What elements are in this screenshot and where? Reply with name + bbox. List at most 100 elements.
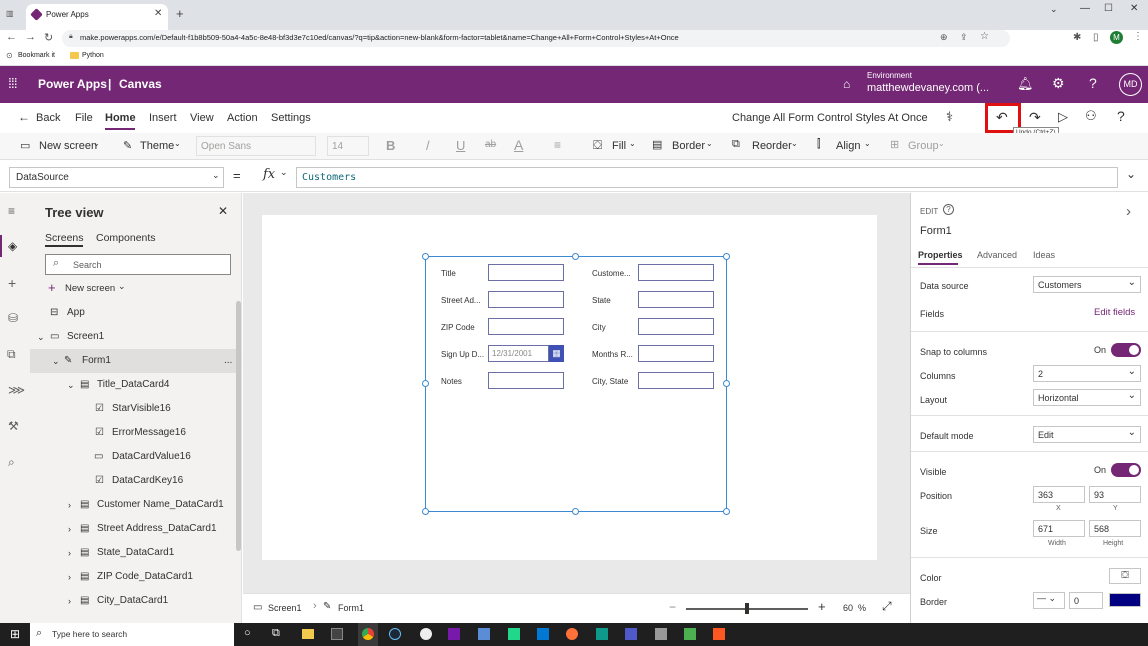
tab-file[interactable]: File bbox=[75, 112, 93, 124]
tree-item-datacard[interactable]: › ▤ ZIP Code_DataCard1 bbox=[30, 565, 242, 589]
fx-button[interactable]: fx bbox=[263, 167, 275, 182]
file-explorer-icon[interactable] bbox=[302, 629, 314, 639]
resize-handle[interactable] bbox=[723, 253, 730, 260]
windows-start-icon[interactable]: ⊞ bbox=[10, 627, 20, 641]
tree-item-screen1[interactable]: ⌄ ▭ Screen1 bbox=[30, 325, 242, 349]
columns-dropdown[interactable]: 2 ⌄ bbox=[1033, 365, 1141, 382]
position-y-input[interactable]: 93 bbox=[1089, 486, 1141, 503]
color-picker-button[interactable]: ⛋ bbox=[1109, 568, 1141, 584]
resize-handle[interactable] bbox=[572, 253, 579, 260]
star-icon[interactable]: ☆ bbox=[980, 31, 989, 42]
tree-item-control[interactable]: ☑ ErrorMessage16 bbox=[30, 421, 242, 445]
font-dropdown[interactable]: Open Sans bbox=[196, 136, 316, 156]
form-field-input[interactable] bbox=[488, 291, 564, 308]
screen-canvas[interactable]: TitleStreet Ad...ZIP CodeSign Up D...▦12… bbox=[262, 215, 877, 560]
info-icon[interactable]: ? bbox=[943, 204, 954, 215]
form-field-input[interactable] bbox=[488, 264, 564, 281]
vscode-icon[interactable] bbox=[537, 628, 549, 640]
chevron-right-icon[interactable]: › bbox=[68, 589, 71, 613]
url-field[interactable]: 🔒︎ make.powerapps.com/e/Default-f1b8b509… bbox=[62, 30, 1010, 47]
profile-avatar[interactable]: M bbox=[1110, 31, 1123, 44]
zoom-slider[interactable] bbox=[686, 608, 808, 610]
tree-item-datacard[interactable]: › ▤ Customer Name_DataCard1 bbox=[30, 493, 242, 517]
theme-button[interactable]: Theme bbox=[140, 140, 174, 152]
settings-gear-icon[interactable]: ⚙ bbox=[1052, 75, 1065, 92]
app-checker-stethoscope-icon[interactable]: ⚕ bbox=[946, 109, 953, 125]
chevron-right-icon[interactable]: › bbox=[68, 493, 71, 517]
taskbar-search-box[interactable]: ⌕ Type here to search bbox=[30, 623, 234, 646]
tab-ideas[interactable]: Ideas bbox=[1033, 250, 1055, 260]
height-input[interactable]: 568 bbox=[1089, 520, 1141, 537]
chevron-down-icon[interactable]: ⌄ bbox=[280, 167, 288, 178]
maximize-icon[interactable]: ☐ bbox=[1104, 3, 1113, 14]
form-field-input[interactable] bbox=[488, 372, 564, 389]
environment-name[interactable]: matthewdevaney.com (... bbox=[867, 82, 989, 94]
user-avatar[interactable]: MD bbox=[1119, 73, 1142, 96]
insert-plus-icon[interactable]: + bbox=[8, 275, 16, 291]
app-icon[interactable] bbox=[713, 628, 725, 640]
tree-scrollbar[interactable] bbox=[236, 301, 241, 551]
position-x-input[interactable]: 363 bbox=[1033, 486, 1085, 503]
minimize-icon[interactable]: — bbox=[1080, 3, 1090, 14]
reload-icon[interactable]: ↻ bbox=[44, 31, 53, 44]
width-input[interactable]: 671 bbox=[1033, 520, 1085, 537]
zoom-icon[interactable]: ⊕ bbox=[940, 32, 948, 43]
bold-button[interactable]: B bbox=[386, 138, 395, 153]
tree-item-datacard[interactable]: › ▤ State_DataCard1 bbox=[30, 541, 242, 565]
font-size-dropdown[interactable]: 14 bbox=[327, 136, 369, 156]
zoom-out-button[interactable]: − bbox=[669, 600, 676, 614]
bookmark-item[interactable]: Python bbox=[82, 52, 104, 59]
group-button[interactable]: Group bbox=[908, 140, 939, 152]
border-button[interactable]: Border bbox=[672, 140, 705, 152]
chevron-down-icon[interactable]: ⌄ bbox=[118, 281, 126, 292]
tab-home[interactable]: Home bbox=[105, 112, 136, 124]
tab-search-icon[interactable]: ▥ bbox=[6, 9, 14, 18]
resize-handle[interactable] bbox=[422, 253, 429, 260]
multitask-icon[interactable]: ⧉ bbox=[272, 627, 280, 640]
fill-button[interactable]: Fill bbox=[612, 140, 626, 152]
chevron-right-icon[interactable]: › bbox=[1126, 203, 1131, 220]
media-icon[interactable]: ⧉ bbox=[7, 347, 16, 362]
tree-item-control[interactable]: ▭ DataCardValue16 bbox=[30, 445, 242, 469]
steam-icon[interactable] bbox=[389, 628, 401, 640]
form-field-input[interactable] bbox=[638, 264, 714, 281]
tab-action[interactable]: Action bbox=[227, 112, 258, 124]
itunes-icon[interactable] bbox=[420, 628, 432, 640]
fit-to-window-icon[interactable]: ⤢ bbox=[882, 599, 892, 614]
tree-item-form1[interactable]: ⌄ ✎ Form1 ... bbox=[30, 349, 242, 373]
border-color-swatch[interactable] bbox=[1109, 593, 1141, 607]
italic-button[interactable]: / bbox=[426, 138, 430, 153]
default-mode-dropdown[interactable]: Edit ⌄ bbox=[1033, 426, 1141, 443]
close-window-icon[interactable]: ✕ bbox=[1130, 3, 1138, 14]
share-user-icon[interactable]: ⚇ bbox=[1085, 108, 1097, 124]
ribbon-help-icon[interactable]: ? bbox=[1117, 108, 1125, 124]
tree-item-control[interactable]: ☑ StarVisible16 bbox=[30, 397, 242, 421]
form-field-input[interactable]: 12/31/2001 bbox=[488, 345, 549, 362]
chevron-right-icon[interactable]: › bbox=[68, 565, 71, 589]
search-icon[interactable]: ⌕ bbox=[8, 455, 15, 470]
border-style-dropdown[interactable]: — ⌄ bbox=[1033, 592, 1065, 609]
pycharm-icon[interactable] bbox=[508, 628, 520, 640]
tab-properties[interactable]: Properties bbox=[918, 250, 963, 260]
more-options-icon[interactable]: ... bbox=[224, 349, 232, 373]
advanced-tools-icon[interactable]: ⚒ bbox=[8, 419, 19, 433]
border-width-input[interactable]: 0 bbox=[1069, 592, 1103, 609]
resize-handle[interactable] bbox=[723, 508, 730, 515]
underline-button[interactable]: U bbox=[456, 138, 465, 153]
browser-menu-icon[interactable]: ⋮ bbox=[1133, 31, 1143, 42]
snap-to-columns-toggle[interactable] bbox=[1111, 343, 1141, 357]
new-screen-link[interactable]: New screen bbox=[65, 283, 115, 294]
form-control[interactable]: TitleStreet Ad...ZIP CodeSign Up D...▦12… bbox=[425, 256, 727, 512]
calendar-icon[interactable]: ▦ bbox=[549, 345, 564, 362]
share-icon[interactable]: ⇪ bbox=[960, 32, 968, 43]
app-icon[interactable] bbox=[655, 628, 667, 640]
edit-fields-link[interactable]: Edit fields bbox=[1094, 307, 1135, 318]
layout-dropdown[interactable]: Horizontal ⌄ bbox=[1033, 389, 1141, 406]
terminal-icon[interactable] bbox=[331, 628, 343, 640]
tree-item-control[interactable]: ☑ DataCardKey16 bbox=[30, 469, 242, 493]
form-field-input[interactable] bbox=[638, 318, 714, 335]
strikethrough-button[interactable]: ab bbox=[485, 139, 496, 150]
resize-handle[interactable] bbox=[723, 380, 730, 387]
browser-tab[interactable]: Power Apps ✕ bbox=[26, 4, 168, 30]
font-color-button[interactable]: A bbox=[514, 137, 523, 153]
